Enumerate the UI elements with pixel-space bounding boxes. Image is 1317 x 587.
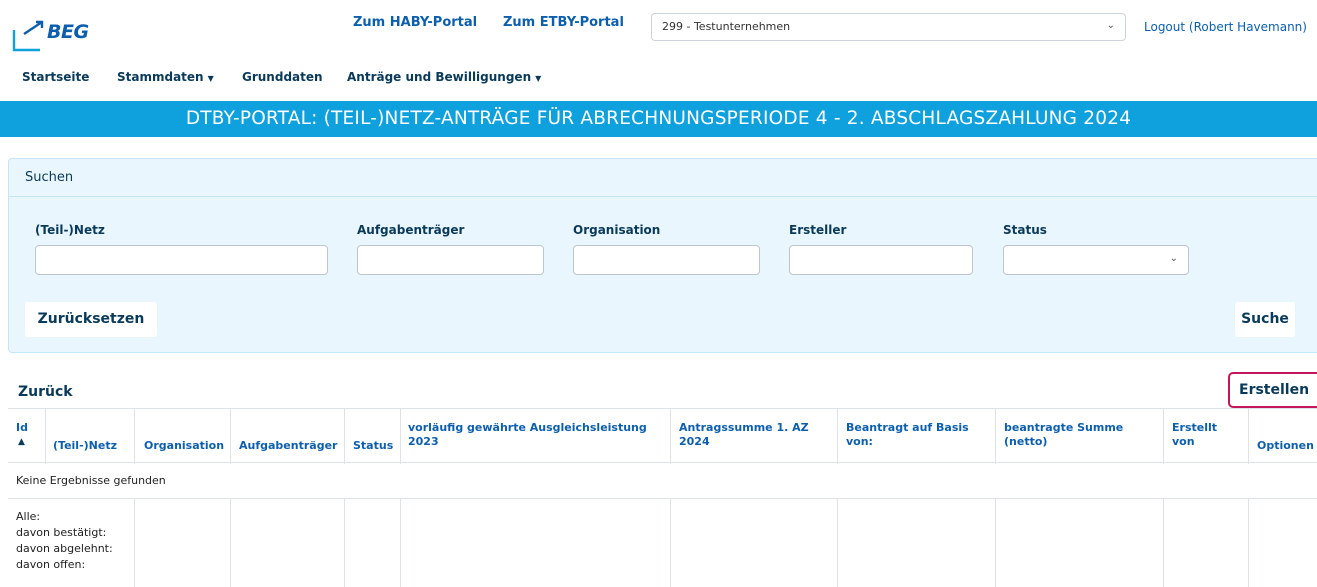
column-divider: [344, 499, 345, 587]
reset-button[interactable]: Zurücksetzen: [25, 302, 157, 337]
nav-item-startseite[interactable]: Startseite: [22, 70, 89, 84]
summary-rejected-label: davon abgelehnt:: [16, 542, 113, 555]
column-divider: [134, 499, 135, 587]
search-panel: Suchen (Teil-)Netz Aufgabenträger Organi…: [8, 158, 1317, 353]
column-divider: [400, 499, 401, 587]
column-divider: [1248, 409, 1249, 464]
search-panel-header: Suchen: [9, 159, 1317, 197]
column-divider: [344, 409, 345, 464]
nav-item-label: Anträge und Bewilligungen: [347, 70, 532, 84]
column-header-status[interactable]: Status: [353, 439, 393, 453]
empty-message: Keine Ergebnisse gefunden: [16, 474, 166, 487]
aufgabentraeger-input[interactable]: [357, 245, 544, 275]
summary-all-label: Alle:: [16, 510, 41, 523]
aufgabentraeger-label: Aufgabenträger: [357, 223, 465, 237]
column-divider: [670, 409, 671, 464]
column-divider: [230, 409, 231, 464]
summary-open-label: davon offen:: [16, 558, 86, 571]
column-divider: [1248, 499, 1249, 587]
column-header-erstellt-von[interactable]: Erstellt von: [1172, 421, 1232, 449]
nav-item-grunddaten[interactable]: Grunddaten: [242, 70, 323, 84]
column-divider: [134, 409, 135, 464]
ersteller-label: Ersteller: [789, 223, 847, 237]
nav-item-label: Startseite: [22, 70, 90, 84]
sort-ascending-icon[interactable]: ▲: [18, 437, 25, 447]
summary-confirmed-label: davon bestätigt:: [16, 526, 107, 539]
column-divider: [995, 409, 996, 464]
column-header-optionen: Optionen: [1257, 439, 1314, 452]
status-select[interactable]: ⌄: [1003, 245, 1189, 275]
table-header-row: Id ▲ (Teil-)Netz Organisation Aufgabentr…: [8, 408, 1317, 464]
netz-input[interactable]: [35, 245, 328, 275]
create-button[interactable]: Erstellen: [1228, 372, 1317, 408]
column-header-ausgleichsleistung[interactable]: vorläufig gewährte Ausgleichsleistung 20…: [408, 421, 663, 449]
status-label: Status: [1003, 223, 1047, 237]
caret-down-icon: ▼: [535, 74, 542, 83]
column-header-beantragte-summe[interactable]: beantragte Summe (netto): [1004, 421, 1134, 449]
nav-item-antraege[interactable]: Anträge und Bewilligungen ▼: [347, 70, 541, 84]
nav-item-stammdaten[interactable]: Stammdaten ▼: [117, 70, 214, 84]
column-header-netz[interactable]: (Teil-)Netz: [53, 439, 117, 453]
ersteller-input[interactable]: [789, 245, 973, 275]
search-panel-title: Suchen: [25, 170, 74, 185]
column-divider: [995, 499, 996, 587]
column-divider: [670, 499, 671, 587]
column-divider: [45, 409, 46, 464]
column-header-aufgabentraeger[interactable]: Aufgabenträger: [239, 439, 337, 453]
column-header-antragssumme[interactable]: Antragssumme 1. AZ 2024: [679, 421, 819, 449]
logo-text: BEG: [47, 21, 89, 43]
back-link[interactable]: Zurück: [18, 384, 73, 400]
column-divider: [230, 499, 231, 587]
column-divider: [400, 409, 401, 464]
chevron-down-icon: ⌄: [1106, 20, 1115, 31]
table-row-empty: Keine Ergebnisse gefunden: [8, 463, 1317, 499]
column-divider: [837, 409, 838, 464]
column-header-beantragt-basis[interactable]: Beantragt auf Basis von:: [846, 421, 976, 449]
column-divider: [837, 499, 838, 587]
chevron-down-icon: ⌄: [1169, 253, 1178, 264]
organisation-select-value: 299 - Testunternehmen: [662, 20, 791, 33]
nav-item-label: Stammdaten: [117, 70, 204, 84]
organisation-label: Organisation: [573, 223, 661, 237]
nav-item-label: Grunddaten: [242, 70, 323, 84]
column-header-organisation[interactable]: Organisation: [144, 439, 224, 453]
organisation-select[interactable]: 299 - Testunternehmen ⌄: [651, 13, 1126, 41]
netz-label: (Teil-)Netz: [35, 223, 105, 237]
etby-portal-link[interactable]: Zum ETBY-Portal: [503, 15, 624, 30]
search-button[interactable]: Suche: [1235, 302, 1295, 337]
column-header-id[interactable]: Id: [16, 421, 28, 435]
page-title: DTBY-PORTAL: (TEIL-)NETZ-ANTRÄGE FÜR ABR…: [0, 101, 1317, 137]
table-row-summary: Alle: davon bestätigt: davon abgelehnt: …: [8, 499, 1317, 587]
caret-down-icon: ▼: [207, 74, 214, 83]
column-divider: [1163, 499, 1164, 587]
logout-link[interactable]: Logout (Robert Havemann): [1144, 20, 1307, 34]
column-divider: [1163, 409, 1164, 464]
organisation-input[interactable]: [573, 245, 760, 275]
haby-portal-link[interactable]: Zum HABY-Portal: [353, 15, 477, 30]
